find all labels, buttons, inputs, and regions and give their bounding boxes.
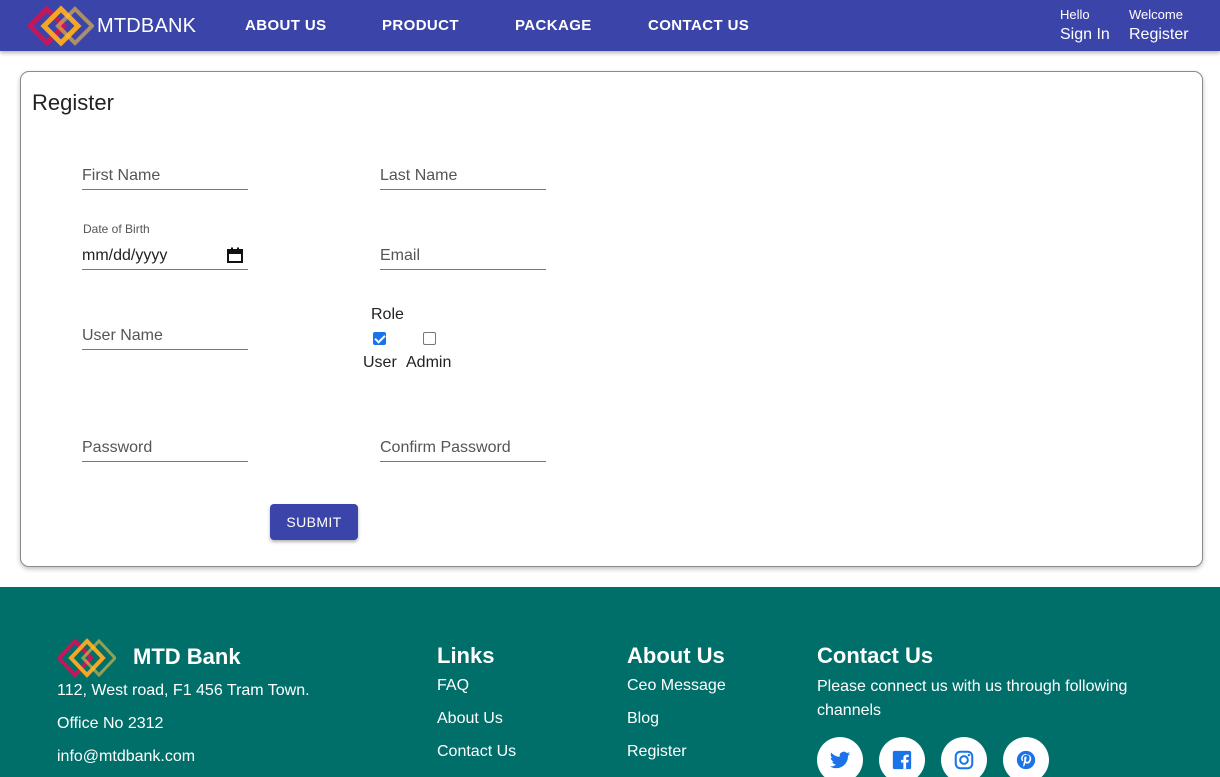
footer-about-heading: About Us: [627, 643, 725, 668]
first-name-field[interactable]: First Name: [82, 162, 248, 190]
submit-button[interactable]: SUBMIT: [270, 504, 358, 540]
sign-in-link[interactable]: Hello Sign In: [1060, 7, 1110, 44]
dob-label: Date of Birth: [83, 222, 150, 236]
footer-link-register[interactable]: Register: [627, 743, 687, 761]
facebook-button[interactable]: [879, 737, 925, 777]
register-link[interactable]: Welcome Register: [1129, 7, 1189, 44]
dob-field[interactable]: mm/dd/yyyy: [82, 242, 248, 270]
password-field[interactable]: Password: [82, 434, 248, 462]
footer: MTD Bank 112, West road, F1 456 Tram Tow…: [0, 587, 1220, 777]
brand[interactable]: MTDBANK: [28, 5, 196, 47]
pinterest-button[interactable]: [1003, 737, 1049, 777]
footer-contact-text: Please connect us with us through follow…: [817, 678, 1128, 719]
role-user-checkbox[interactable]: [373, 332, 386, 345]
instagram-button[interactable]: [941, 737, 987, 777]
facebook-icon: [892, 750, 912, 770]
footer-address: 112, West road, F1 456 Tram Town.: [57, 682, 310, 699]
calendar-icon[interactable]: [227, 247, 243, 263]
role-admin-checkbox[interactable]: [423, 332, 436, 345]
nav-product[interactable]: PRODUCT: [382, 17, 459, 34]
last-name-field[interactable]: Last Name: [380, 162, 546, 190]
nav-contact-us[interactable]: CONTACT US: [648, 17, 749, 34]
mtdbank-logo-icon: [58, 638, 116, 678]
footer-link-blog[interactable]: Blog: [627, 710, 659, 728]
footer-link-faq[interactable]: FAQ: [437, 677, 469, 695]
role-user-label: User: [363, 354, 397, 371]
register-label: Register: [1129, 26, 1189, 43]
footer-link-about-us[interactable]: About Us: [437, 710, 503, 728]
email-placeholder: Email: [380, 247, 421, 264]
dob-value: mm/dd/yyyy: [82, 247, 168, 264]
role-label: Role: [371, 306, 404, 323]
twitter-icon: [829, 751, 851, 769]
sign-in-greeting: Hello: [1060, 7, 1090, 22]
instagram-icon: [954, 750, 974, 770]
twitter-button[interactable]: [817, 737, 863, 777]
footer-contact-heading: Contact Us: [817, 643, 934, 668]
username-field[interactable]: User Name: [82, 322, 248, 350]
footer-link-ceo-message[interactable]: Ceo Message: [627, 677, 726, 695]
first-name-placeholder: First Name: [82, 167, 161, 184]
email-field[interactable]: Email: [380, 242, 546, 270]
confirm-password-field[interactable]: Confirm Password: [380, 434, 546, 462]
nav-about-us[interactable]: ABOUT US: [245, 17, 327, 34]
last-name-placeholder: Last Name: [380, 167, 458, 184]
password-placeholder: Password: [82, 439, 153, 456]
username-placeholder: User Name: [82, 327, 163, 344]
footer-email[interactable]: info@mtdbank.com: [57, 748, 195, 766]
register-card: Register First Name Last Name Date of Bi…: [20, 71, 1203, 567]
nav-package[interactable]: PACKAGE: [515, 17, 592, 34]
footer-brand: MTD Bank: [133, 644, 241, 669]
confirm-password-placeholder: Confirm Password: [380, 439, 511, 456]
navbar: MTDBANK ABOUT US PRODUCT PACKAGE CONTACT…: [0, 0, 1220, 51]
mtdbank-logo-icon: [28, 5, 94, 47]
page-title: Register: [32, 90, 114, 115]
pinterest-icon: [1016, 750, 1036, 770]
brand-name: MTDBANK: [97, 14, 197, 37]
register-greeting: Welcome: [1129, 7, 1183, 22]
role-admin-label: Admin: [406, 354, 452, 371]
footer-link-contact-us[interactable]: Contact Us: [437, 743, 516, 761]
sign-in-label: Sign In: [1060, 26, 1110, 43]
footer-links-heading: Links: [437, 643, 495, 668]
footer-office: Office No 2312: [57, 715, 164, 732]
